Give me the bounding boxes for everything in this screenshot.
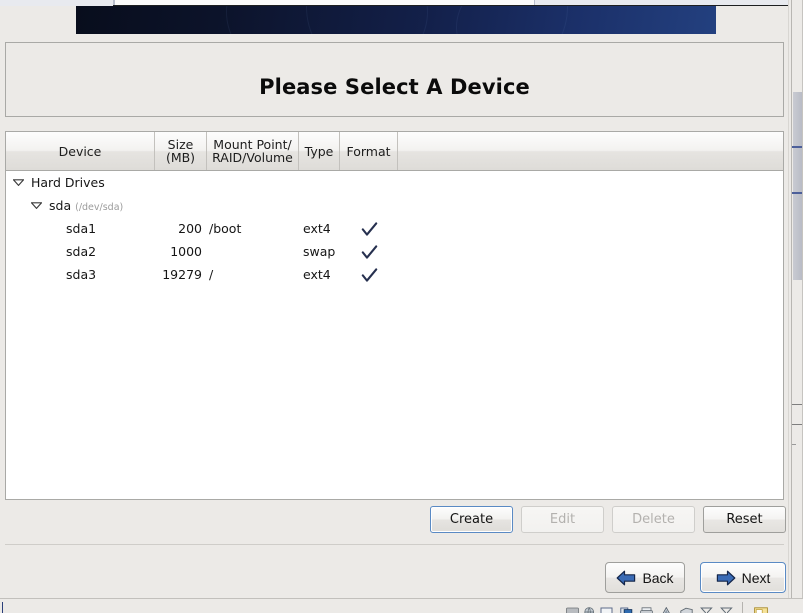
table-cell-device: sda1: [66, 221, 97, 236]
table-cell-mount-point: /boot: [209, 221, 242, 236]
column-header-device[interactable]: Device: [6, 132, 155, 170]
column-header-device-label: Device: [58, 143, 102, 159]
table-cell-device: Hard Drives: [31, 175, 105, 190]
arrow-right-icon: [716, 570, 736, 586]
table-cell-mount-point: /: [209, 267, 214, 282]
check-icon: [355, 217, 383, 240]
table-cell-device: sda (/dev/sda): [49, 194, 123, 219]
column-header-type[interactable]: Type: [299, 132, 340, 170]
table-cell-type: ext4: [303, 221, 331, 236]
reset-button[interactable]: Reset: [703, 506, 786, 533]
check-icon: [355, 240, 383, 263]
column-header-size-unit: (MB): [165, 150, 196, 165]
table-cell-device-path: (/dev/sda): [75, 202, 124, 213]
taskbar-tray-divider: [742, 602, 743, 613]
table-cell-device-name: sda: [49, 198, 72, 213]
table-cell-device: sda2: [66, 244, 97, 259]
back-button[interactable]: Back: [605, 562, 685, 593]
table-row[interactable]: Hard Drives: [6, 171, 783, 194]
table-row[interactable]: sda (/dev/sda): [6, 194, 783, 217]
nav-divider: [5, 544, 784, 545]
next-button[interactable]: Next: [700, 562, 786, 593]
table-cell-size: 200: [178, 221, 202, 236]
title-panel: Please Select A Device: [5, 42, 784, 117]
column-header-mount-point[interactable]: Mount Point/ RAID/Volume: [207, 132, 299, 170]
desktop-taskbar[interactable]: [0, 598, 803, 613]
create-button[interactable]: Create: [430, 506, 513, 533]
table-row[interactable]: sda3 19279 / ext4: [6, 263, 783, 286]
background-window-right-edge: [788, 0, 803, 612]
edit-button[interactable]: Edit: [521, 506, 604, 533]
background-scrollbar[interactable]: [793, 92, 802, 280]
delete-button[interactable]: Delete: [612, 506, 695, 533]
device-tree-header: Device Size (MB) Mount Point/ RAID/Volum…: [6, 132, 783, 171]
column-header-type-label: Type: [304, 143, 334, 159]
column-header-format-label: Format: [346, 143, 391, 159]
arrow-left-icon: [616, 570, 636, 586]
page-title: Please Select A Device: [259, 75, 530, 99]
table-cell-size: 19279: [162, 267, 202, 282]
check-icon: [355, 263, 383, 286]
device-tree-panel[interactable]: Device Size (MB) Mount Point/ RAID/Volum…: [5, 131, 784, 500]
partition-action-row: Create Edit Delete Reset: [0, 500, 788, 540]
column-header-spare[interactable]: [398, 132, 783, 170]
table-cell-type: swap: [303, 244, 336, 259]
expanded-triangle-icon[interactable]: [12, 171, 25, 194]
table-cell-size: 1000: [170, 244, 202, 259]
column-header-size[interactable]: Size (MB): [155, 132, 207, 170]
next-button-label: Next: [741, 569, 771, 586]
table-cell-device: sda3: [66, 267, 97, 282]
installer-banner: [76, 6, 716, 34]
device-tree-body[interactable]: Hard Drives sda (/dev/sda) sda1 200 /boot…: [6, 171, 783, 499]
expanded-triangle-icon[interactable]: [30, 194, 43, 217]
column-header-mount-line2: RAID/Volume: [212, 150, 293, 165]
taskbar-left-separator: [2, 602, 3, 613]
column-header-format[interactable]: Format: [340, 132, 398, 170]
table-cell-type: ext4: [303, 267, 331, 282]
back-button-label: Back: [642, 569, 674, 586]
navigation-row: Back Next: [0, 554, 788, 598]
table-row[interactable]: sda2 1000 swap: [6, 240, 783, 263]
table-row[interactable]: sda1 200 /boot ext4: [6, 217, 783, 240]
installer-window: Please Select A Device Device Size (MB) …: [0, 6, 788, 598]
